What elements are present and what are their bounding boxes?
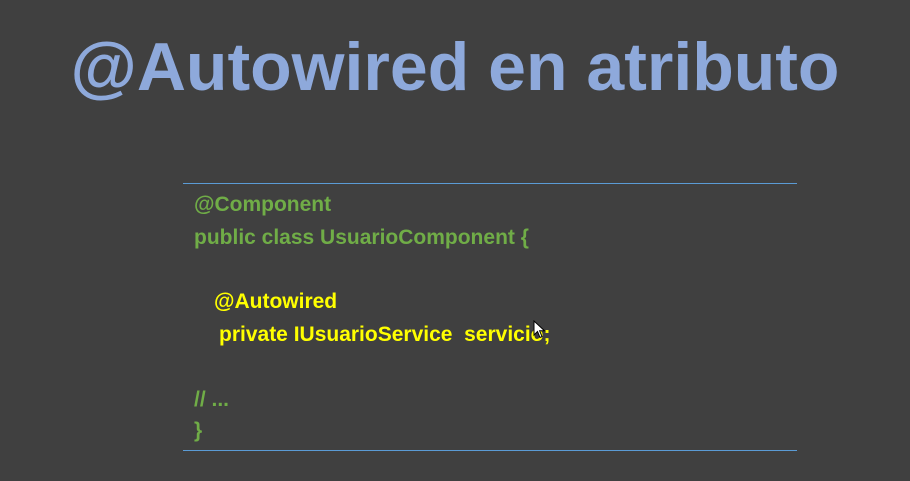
code-line-annotation-autowired: @Autowired: [214, 290, 338, 313]
top-divider: [183, 183, 797, 184]
code-line-comment: // ...: [194, 388, 230, 411]
bottom-divider: [183, 450, 797, 451]
mouse-pointer-icon: [533, 320, 546, 339]
code-line-field-declaration: private IUsuarioService servicio;: [219, 323, 551, 346]
slide-title: @Autowired en atributo: [70, 29, 840, 105]
code-line-class-declaration: public class UsuarioComponent {: [194, 226, 529, 249]
code-line-closing-brace: }: [194, 419, 203, 442]
slide: @Autowired en atributo @Component public…: [0, 0, 910, 481]
code-line-annotation-component: @Component: [194, 193, 332, 216]
